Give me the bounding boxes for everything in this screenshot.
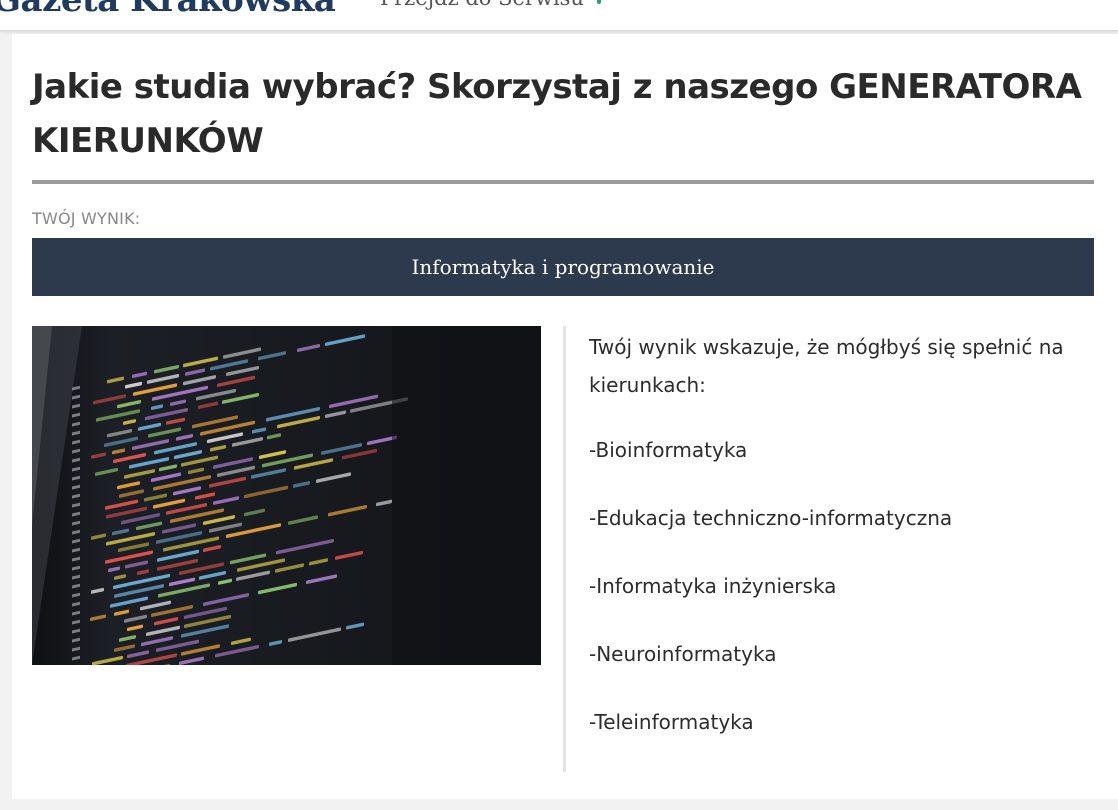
page-bottom-spacer [0,799,1118,810]
quiz-result-card: Jakie studia wybrać? Skorzystaj z naszeg… [12,34,1118,799]
course-item: -Teleinformatyka [589,710,754,734]
code-screen-image [32,326,541,665]
result-intro-text: Twój wynik wskazuje, że mógłbyś się speł… [589,335,1064,397]
go-to-service-link[interactable]: Przejdź do Serwisu [380,0,584,10]
course-item: -Edukacja techniczno-informatyczna [589,506,953,530]
result-description: Twój wynik wskazuje, że mógłbyś się speł… [589,328,1099,756]
result-banner: Informatyka i programowanie [32,238,1094,296]
column-divider [563,326,566,772]
course-item: -Neuroinformatyka [589,642,777,666]
title-divider [32,180,1094,184]
result-label: TWÓJ WYNIK: [32,209,141,228]
result-value: Informatyka i programowanie [411,255,715,279]
site-logo[interactable]: Gazeta Krakowska [0,0,336,20]
course-item: -Bioinformatyka [589,438,748,462]
page-title: Jakie studia wybrać? Skorzystaj z naszeg… [32,67,1082,161]
menu-dots-icon[interactable] [597,0,601,4]
course-item: -Informatyka inżynierska [589,574,837,598]
top-bar: Gazeta Krakowska Przejdź do Serwisu [0,0,1118,31]
